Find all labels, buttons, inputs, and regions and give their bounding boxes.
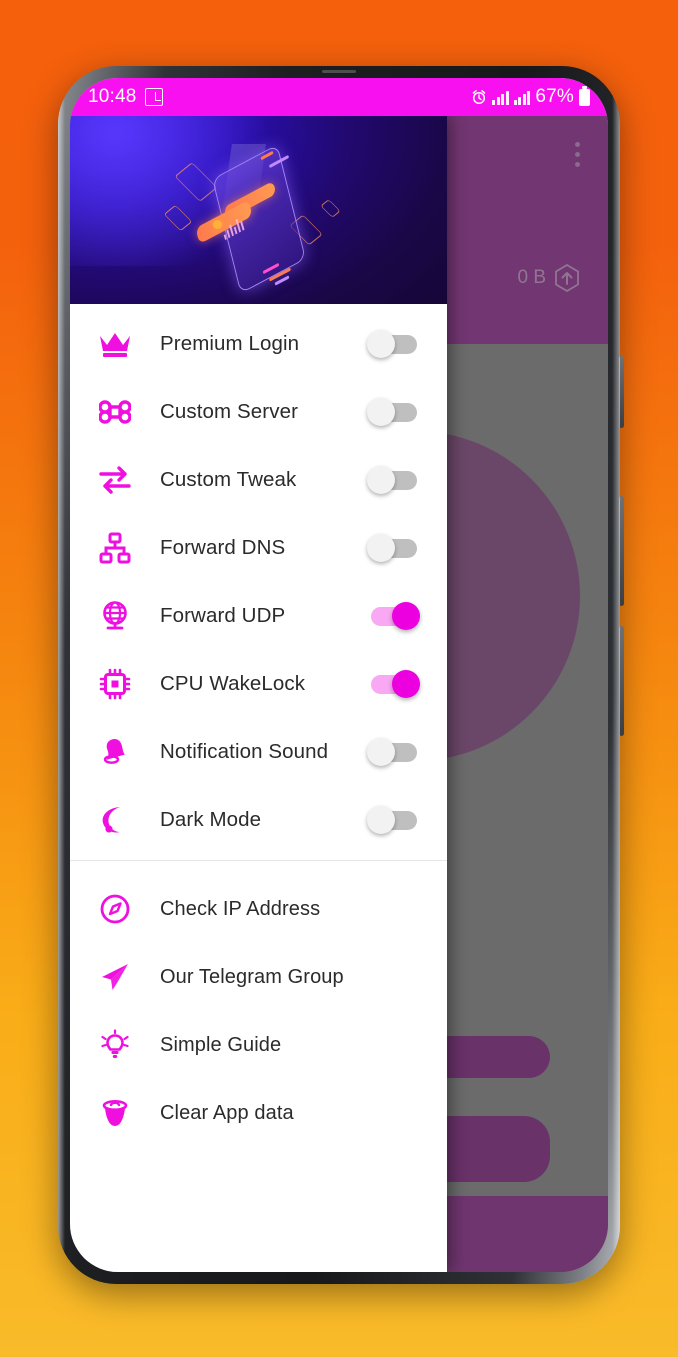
toggle-dark-mode[interactable] bbox=[367, 806, 421, 834]
toggle-custom-server[interactable] bbox=[367, 398, 421, 426]
isometric-phone-illustration bbox=[163, 138, 354, 298]
status-bar-left: 10:48 bbox=[88, 86, 163, 108]
toggle-premium-login[interactable] bbox=[367, 330, 421, 358]
trash-icon bbox=[92, 1097, 138, 1129]
drawer-label: Forward UDP bbox=[160, 604, 286, 627]
drawer-label: Clear App data bbox=[160, 1101, 294, 1124]
drawer-label: Notification Sound bbox=[160, 740, 329, 763]
drawer-label: Our Telegram Group bbox=[160, 965, 344, 988]
drawer-divider bbox=[70, 860, 447, 861]
swap-arrows-icon bbox=[92, 465, 138, 495]
drawer-row-custom-server[interactable]: Custom Server bbox=[70, 378, 447, 446]
earpiece-speaker bbox=[322, 70, 356, 73]
moon-icon bbox=[92, 804, 138, 836]
drawer-label: Forward DNS bbox=[160, 536, 286, 559]
command-icon bbox=[92, 396, 138, 428]
drawer-label: Dark Mode bbox=[160, 808, 262, 831]
drawer-row-clear-app-data[interactable]: Clear App data bbox=[70, 1079, 447, 1147]
signal-bars-icon bbox=[492, 90, 509, 105]
drawer-row-simple-guide[interactable]: Simple Guide bbox=[70, 1011, 447, 1079]
status-bar: 10:48 67% bbox=[70, 78, 608, 116]
drawer-row-premium-login[interactable]: Premium Login bbox=[70, 310, 447, 378]
compass-icon bbox=[92, 893, 138, 925]
drawer-label: Check IP Address bbox=[160, 897, 321, 920]
drawer-row-cpu-wakelock[interactable]: CPU WakeLock bbox=[70, 650, 447, 718]
toggle-forward-dns[interactable] bbox=[367, 534, 421, 562]
alarm-clock-icon bbox=[473, 90, 486, 105]
bell-icon bbox=[92, 736, 138, 768]
toggle-forward-udp[interactable] bbox=[367, 602, 421, 630]
drawer-row-forward-dns[interactable]: Forward DNS bbox=[70, 514, 447, 582]
navigation-drawer: Premium Login Custom Server Custom Tweak… bbox=[70, 116, 447, 1272]
drawer-row-check-ip-address[interactable]: Check IP Address bbox=[70, 875, 447, 943]
signal-bars-icon-2 bbox=[513, 90, 531, 105]
side-button-top[interactable] bbox=[619, 356, 624, 428]
screenshot-canvas: 0 B E EXIT bbox=[0, 0, 678, 1357]
drawer-row-notification-sound[interactable]: Notification Sound bbox=[70, 718, 447, 786]
status-bar-right: 67% bbox=[471, 85, 590, 108]
status-time: 10:48 bbox=[88, 86, 137, 107]
drawer-row-custom-tweak[interactable]: Custom Tweak bbox=[70, 446, 447, 514]
battery-icon bbox=[579, 85, 590, 106]
drawer-row-telegram-group[interactable]: Our Telegram Group bbox=[70, 943, 447, 1011]
drawer-toggle-list: Premium Login Custom Server Custom Tweak… bbox=[70, 304, 447, 854]
drawer-row-dark-mode[interactable]: Dark Mode bbox=[70, 786, 447, 854]
volume-down-button[interactable] bbox=[619, 626, 624, 736]
toggle-notification-sound[interactable] bbox=[367, 738, 421, 766]
drawer-label: Custom Server bbox=[160, 400, 299, 423]
phone-display: 0 B E EXIT bbox=[70, 78, 608, 1272]
drawer-label: Custom Tweak bbox=[160, 468, 297, 491]
app-viewport: 0 B E EXIT bbox=[70, 78, 608, 1272]
drawer-row-forward-udp[interactable]: Forward UDP bbox=[70, 582, 447, 650]
paper-plane-icon bbox=[92, 961, 138, 993]
phone-device-frame: 0 B E EXIT bbox=[58, 66, 624, 1284]
drawer-label: Premium Login bbox=[160, 332, 300, 355]
lightbulb-icon bbox=[92, 1029, 138, 1061]
drawer-label: Simple Guide bbox=[160, 1033, 282, 1056]
battery-percent: 67% bbox=[535, 86, 574, 107]
crown-icon bbox=[92, 330, 138, 358]
volume-up-button[interactable] bbox=[619, 496, 624, 606]
toggle-cpu-wakelock[interactable] bbox=[367, 670, 421, 698]
toggle-custom-tweak[interactable] bbox=[367, 466, 421, 494]
cpu-chip-icon bbox=[92, 668, 138, 700]
drawer-header bbox=[70, 116, 447, 304]
drawer-label: CPU WakeLock bbox=[160, 672, 306, 695]
sitemap-icon bbox=[92, 532, 138, 564]
drawer-link-list: Check IP Address Our Telegram Group Simp… bbox=[70, 869, 447, 1147]
app-notification-icon bbox=[144, 88, 163, 106]
globe-icon bbox=[92, 600, 138, 632]
